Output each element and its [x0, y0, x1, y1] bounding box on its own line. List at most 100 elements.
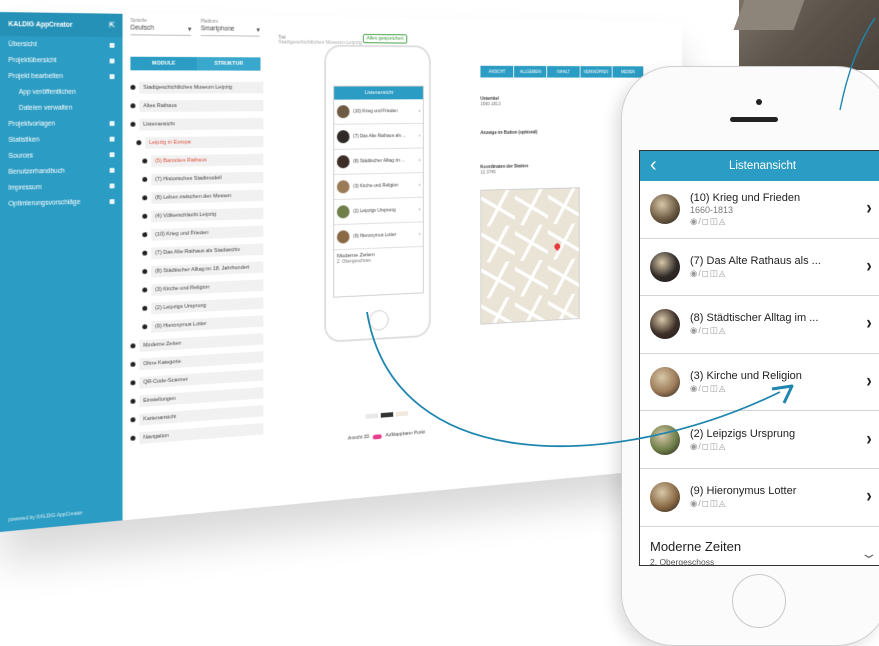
tree-item-label: (5) Barockes Rathaus	[151, 153, 264, 167]
preview-section[interactable]: Moderne Zeiten 2. Obergeschoss	[334, 247, 423, 275]
toggle-switch[interactable]	[372, 433, 382, 440]
tree-row[interactable]: Stadtgeschichtliches Museum Leipzig	[130, 80, 264, 95]
tree-item-label: Ohne Kategorie	[139, 350, 264, 370]
saved-status: Alles gespeichert	[362, 33, 408, 44]
tree-item-label: Leipzig in Europa	[145, 135, 264, 149]
preview-row[interactable]: (8) Städtischer Alltag im ... ›	[334, 148, 423, 175]
tree-row[interactable]: (7) Historisches Stadtmodell	[130, 170, 264, 187]
preview-screen: Listenansicht (10) Krieg und Frieden › (7)…	[333, 85, 424, 298]
sidebar-item[interactable]: Projekt bearbeiten	[0, 68, 123, 84]
sidebar-item[interactable]: App veröffentlichen	[0, 84, 123, 100]
property-tab[interactable]: ANSICHT	[480, 65, 514, 78]
list-item[interactable]: (8) Städtischer Alltag im ... ◉/◻︎◫◬ ›	[640, 296, 879, 354]
bullet-icon	[130, 380, 136, 386]
bullet-icon	[130, 103, 136, 109]
tree-item-label: QR-Code-Scanner	[139, 368, 264, 389]
tree-item-label: (8) Leben zwischen den Messen	[151, 189, 264, 204]
list-item[interactable]: (7) Das Alte Rathaus als ... ◉/◻︎◫◬ ›	[640, 239, 879, 297]
view-toggle[interactable]: Ansicht 3D Aufklappbarer Punkt	[348, 430, 425, 442]
chevron-right-icon: ›	[418, 133, 421, 139]
bullet-icon	[130, 361, 136, 367]
tree-row[interactable]: (10) Krieg und Frieden	[130, 224, 264, 243]
list-item[interactable]: (9) Hieronymus Lotter ◉/◻︎◫◬ ›	[640, 469, 879, 527]
tree-row[interactable]: (5) Barockes Rathaus	[130, 152, 264, 169]
sidebar-item[interactable]: Optimierungsvorschläge	[0, 193, 123, 212]
speaker-icon	[730, 117, 778, 122]
list-item-subtitle: 1660-1813	[690, 204, 734, 215]
map-pin-icon[interactable]	[553, 242, 562, 251]
preview-row[interactable]: (2) Leipzigs Ursprung ›	[334, 197, 423, 226]
chevron-right-icon: ›	[418, 157, 421, 164]
property-field[interactable]: Koordinaten der Station 12.3746	[480, 164, 528, 176]
tab-struktur[interactable]: STRUKTUR	[196, 57, 261, 71]
location-map[interactable]	[480, 187, 580, 325]
preview-row[interactable]: (9) Hieronymus Lotter ›	[334, 222, 423, 251]
tree-row[interactable]: (8) Städtischer Alltag im 18. Jahrhunder…	[130, 260, 264, 280]
app-creator-screen: KALDIG AppCreator ⇱ Übersicht Projektüber…	[0, 12, 683, 532]
menu-icon	[109, 198, 115, 204]
sidebar-item[interactable]: Projektübersicht	[0, 52, 123, 68]
chevron-left-icon[interactable]: ‹	[650, 154, 657, 176]
preview-row[interactable]: (10) Krieg und Frieden ›	[334, 99, 423, 125]
tree-row[interactable]: (7) Das Alte Rathaus als Stadtarchiv	[130, 242, 264, 261]
app-title: KALDIG AppCreator ⇱	[0, 12, 123, 38]
bullet-icon	[142, 195, 148, 201]
tree-row[interactable]: (8) Leben zwischen den Messen	[130, 188, 264, 206]
tab-module[interactable]: MODULE	[130, 56, 197, 71]
thumbnail-image	[650, 424, 680, 455]
sidebar-item[interactable]: Projektvorlagen	[0, 115, 123, 132]
bullet-icon	[142, 324, 148, 330]
list-item-title: (3) Kirche und Religion	[690, 370, 802, 383]
bullet-icon	[142, 213, 148, 219]
chevron-right-icon: ›	[418, 108, 421, 114]
station-list: (10) Krieg und Frieden 1660-1813 ◉/◻︎◫◬ › (7…	[640, 181, 879, 527]
chevron-down-icon: ▾	[256, 27, 260, 34]
color-swatches[interactable]	[365, 411, 409, 419]
sidebar-item[interactable]: Übersicht	[0, 36, 123, 53]
sidebar-item[interactable]: Dateien verwalten	[0, 100, 123, 116]
language-select[interactable]: Sprache Deutsch ▾	[130, 18, 192, 36]
section-moderne-zeiten[interactable]: Moderne Zeiten 2. Obergeschoss ⌄	[640, 527, 879, 565]
tree-row[interactable]: (2) Leipzigs Ursprung	[130, 295, 264, 316]
thumbnail	[336, 205, 350, 219]
preview-row[interactable]: (3) Kirche und Religion ›	[334, 173, 423, 201]
menu-icon	[109, 167, 115, 173]
bullet-icon	[142, 176, 148, 182]
list-item-media-icons: ◉/◻︎◫◬	[690, 267, 727, 278]
preview-row[interactable]: (7) Das Alte Rathaus als ... ›	[334, 123, 423, 150]
menu-icon	[109, 136, 115, 142]
bullet-icon	[142, 305, 148, 311]
bullet-icon	[130, 398, 136, 404]
tree-item-label: Altes Rathaus	[139, 99, 264, 112]
tree-row[interactable]: Leipzig in Europa	[130, 134, 264, 150]
tree-row[interactable]: Listenansicht	[130, 116, 264, 132]
property-tab[interactable]: ALLGEMEIN	[514, 65, 547, 78]
tree-row[interactable]: (3) Kirche und Religion	[130, 277, 264, 297]
property-field[interactable]: Anzeige im Button (optional)	[480, 130, 537, 136]
tree-row[interactable]: Altes Rathaus	[130, 98, 264, 113]
tree-item-label: Listenansicht	[139, 117, 264, 131]
list-item[interactable]: (3) Kirche und Religion ◉/◻︎◫◬ ›	[640, 354, 879, 412]
sidebar-footer: powered by KALDIG AppCreator	[8, 510, 83, 524]
list-item[interactable]: (10) Krieg und Frieden 1660-1813 ◉/◻︎◫◬ ›	[640, 181, 879, 239]
tree-row[interactable]: (4) Völkerschlacht Leipzig	[130, 206, 264, 224]
property-tab[interactable]: VERKNÜPFEN	[580, 66, 612, 78]
share-icon[interactable]: ⇱	[109, 21, 114, 29]
tree-item-label: (7) Das Alte Rathaus als Stadtarchiv	[151, 243, 264, 259]
menu-icon	[109, 182, 115, 188]
menu-icon	[109, 73, 115, 79]
structure-tree: Stadtgeschichtliches Museum Leipzig Altes…	[130, 80, 264, 450]
chevron-down-icon[interactable]: ⌄	[860, 545, 879, 562]
property-tab[interactable]: MEDIEN	[612, 66, 644, 78]
property-tab[interactable]: INHALT	[547, 66, 580, 78]
property-field[interactable]: Untertitel 1660-1813	[480, 96, 500, 107]
sidebar-item[interactable]: Statistiken	[0, 131, 123, 148]
background-photo	[739, 0, 879, 70]
home-button[interactable]	[732, 574, 786, 628]
tree-item-label: (9) Hieronymus Lotter	[151, 314, 264, 333]
tree-item-label: (10) Krieg und Frieden	[151, 225, 264, 241]
list-item[interactable]: (2) Leipzigs Ursprung ◉/◻︎◫◬ ›	[640, 411, 879, 469]
thumbnail-image	[650, 194, 680, 225]
platform-select[interactable]: Plattform Smartphone ▾	[200, 19, 260, 37]
list-item-media-icons: ◉/◻︎◫◬	[690, 215, 727, 226]
